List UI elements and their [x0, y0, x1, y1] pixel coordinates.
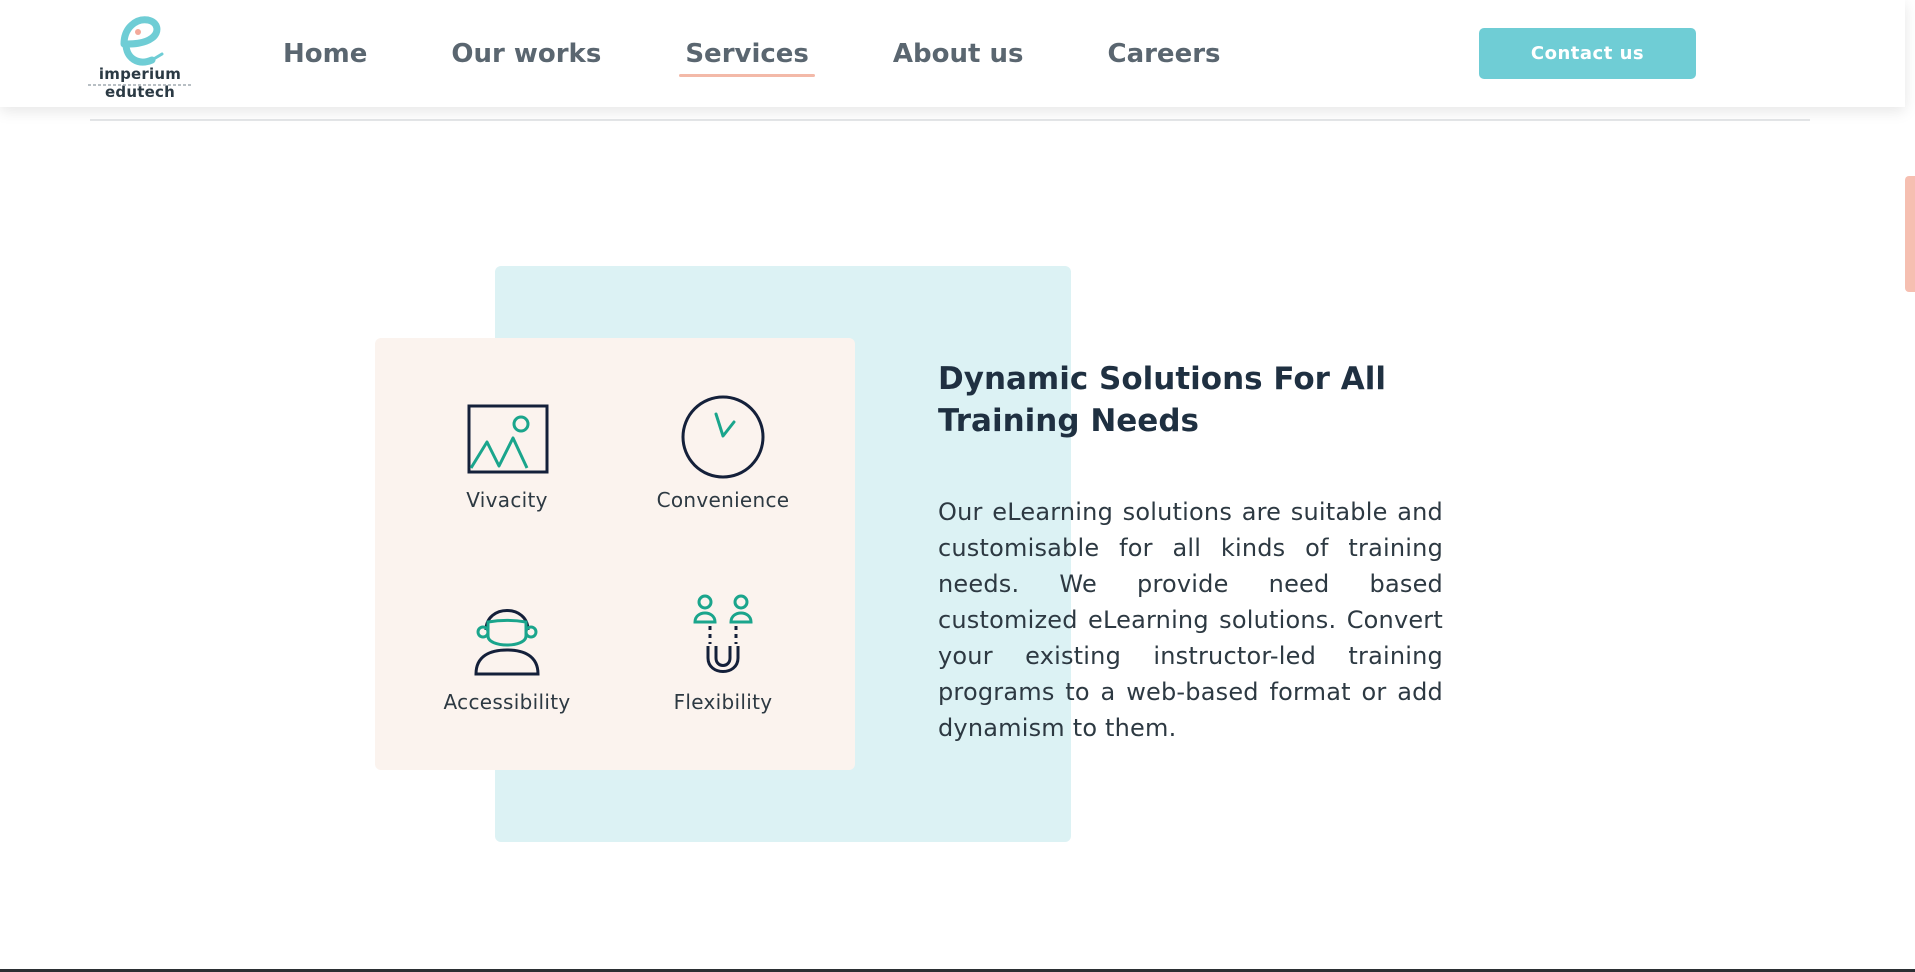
nav-about-us[interactable]: About us	[893, 34, 1024, 74]
nav-home[interactable]: Home	[283, 34, 367, 74]
nav-our-works[interactable]: Our works	[451, 34, 601, 74]
nav-services[interactable]: Services	[679, 34, 815, 77]
feature-accessibility: Accessibility	[407, 592, 607, 714]
logo-text: imperium edutech	[98, 65, 182, 101]
logo[interactable]: imperium edutech	[70, 14, 210, 101]
clock-icon	[681, 395, 765, 479]
logo-e-icon	[120, 16, 164, 66]
nav-careers[interactable]: Careers	[1107, 34, 1220, 74]
section-divider	[90, 119, 1810, 121]
feature-flexibility: Flexibility	[623, 592, 823, 714]
site-header: imperium edutech Home Our works Services…	[0, 0, 1905, 107]
contact-us-button[interactable]: Contact us	[1479, 28, 1696, 79]
feature-label: Convenience	[656, 488, 790, 512]
feature-label: Accessibility	[443, 690, 571, 714]
feature-convenience: Convenience	[623, 395, 823, 512]
main-nav: Home Our works Services About us Careers	[283, 34, 1305, 77]
feature-label: Flexibility	[673, 690, 773, 714]
section-heading: Dynamic Solutions For All Training Needs	[938, 361, 1386, 439]
user-headset-icon	[474, 609, 540, 676]
logo-tagline-mark	[88, 84, 192, 86]
section-body: Our eLearning solutions are suitable and…	[938, 498, 1443, 742]
page: imperium edutech Home Our works Services…	[0, 0, 1915, 972]
scrollbar-thumb[interactable]	[1905, 176, 1915, 292]
magnet-people-icon	[693, 594, 753, 673]
feature-vivacity: Vivacity	[407, 402, 607, 512]
features-card: Vivacity Convenience Accessibility Flexi…	[375, 338, 855, 770]
image-icon	[467, 404, 549, 474]
feature-label: Vivacity	[466, 488, 548, 512]
